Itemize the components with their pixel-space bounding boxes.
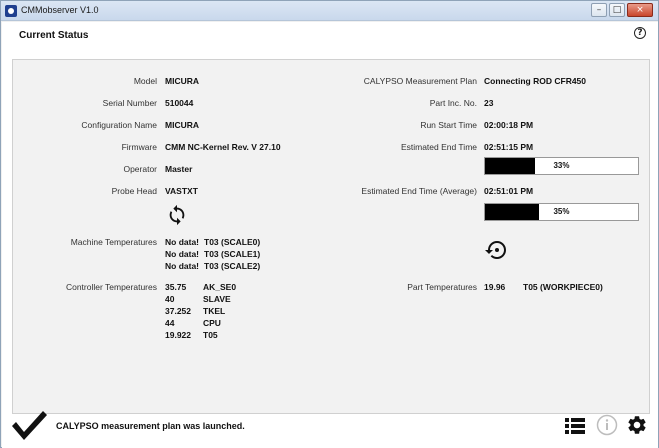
minimize-button[interactable]: – xyxy=(591,3,607,17)
controller-temp-value: 37.252 xyxy=(165,306,191,316)
title-bar: CMMobserver V1.0 – □ × xyxy=(1,1,658,21)
serial-number-value: 510044 xyxy=(165,98,194,108)
estimated-end-time-value: 02:51:15 PM xyxy=(484,142,534,152)
app-logo-icon xyxy=(5,5,17,17)
machine-temp-sensor: T03 (SCALE1) xyxy=(204,249,261,259)
progress-text: 33% xyxy=(553,161,570,170)
estimated-end-time-average-value: 02:51:01 PM xyxy=(484,186,534,196)
controller-temp-sensor: SLAVE xyxy=(203,294,231,304)
firmware-label: Firmware xyxy=(121,142,157,152)
run-start-time-value: 02:00:18 PM xyxy=(484,120,534,130)
estimated-end-time-label: Estimated End Time xyxy=(400,142,477,152)
machine-temperatures-label: Machine Temperatures xyxy=(70,237,157,247)
controller-temp-value: 19.922 xyxy=(165,330,191,340)
controller-temp-sensor: AK_SE0 xyxy=(203,282,237,292)
controller-temp-sensor: TKEL xyxy=(203,306,226,316)
status-panel: Model MICURA Serial Number 510044 Config… xyxy=(12,59,650,414)
controller-temperatures-label: Controller Temperatures xyxy=(65,282,157,292)
probe-head-label: Probe Head xyxy=(111,186,157,196)
sync-icon[interactable] xyxy=(166,203,188,227)
window-controls: – □ × xyxy=(591,3,653,17)
model-value: MICURA xyxy=(165,76,199,86)
part-inc-no-value: 23 xyxy=(484,98,494,108)
controller-temp-value: 35.75 xyxy=(165,282,187,292)
machine-temp-value: No data! xyxy=(165,249,199,259)
controller-temp-sensor: T05 xyxy=(203,330,218,340)
estimated-end-progress-bar: 33% xyxy=(484,157,639,175)
part-temperature-value: 19.96 xyxy=(484,282,506,292)
status-bar: CALYPSO measurement plan was launched. xyxy=(2,404,658,448)
model-label: Model xyxy=(133,76,157,86)
part-temperatures-label: Part Temperatures xyxy=(407,282,477,292)
run-start-time-label: Run Start Time xyxy=(420,120,477,130)
configuration-name-value: MICURA xyxy=(165,120,199,130)
estimated-end-average-progress-bar: 35% xyxy=(484,203,639,221)
app-window: CMMobserver V1.0 – □ × Current Status ? … xyxy=(0,0,659,448)
machine-temp-value: No data! xyxy=(165,237,199,247)
gear-icon[interactable] xyxy=(626,414,648,436)
controller-temp-value: 44 xyxy=(165,318,175,328)
progress-text: 35% xyxy=(553,207,570,216)
part-inc-no-label: Part Inc. No. xyxy=(429,98,477,108)
machine-temp-sensor: T03 (SCALE0) xyxy=(204,237,261,247)
main-content: Current Status ? Model MICURA Serial Num… xyxy=(2,22,658,448)
serial-number-label: Serial Number xyxy=(102,98,157,108)
maximize-button[interactable]: □ xyxy=(609,3,625,17)
operator-label: Operator xyxy=(123,164,157,174)
info-icon[interactable] xyxy=(596,414,618,436)
machine-temp-value: No data! xyxy=(165,261,199,271)
window-title: CMMobserver V1.0 xyxy=(21,5,99,15)
help-icon[interactable]: ? xyxy=(634,27,646,39)
measurement-plan-label: CALYPSO Measurement Plan xyxy=(363,76,477,86)
restore-icon[interactable] xyxy=(484,238,508,262)
operator-value: Master xyxy=(165,164,193,174)
check-icon xyxy=(12,411,47,440)
firmware-value: CMM NC-Kernel Rev. V 27.10 xyxy=(165,142,281,152)
measurement-plan-value: Connecting ROD CFR450 xyxy=(484,76,587,86)
close-button[interactable]: × xyxy=(627,3,653,17)
part-temperature-sensor: T05 (WORKPIECE0) xyxy=(523,282,603,292)
controller-temp-value: 40 xyxy=(165,294,175,304)
list-icon[interactable] xyxy=(565,417,585,435)
estimated-end-time-average-label: Estimated End Time (Average) xyxy=(361,186,477,196)
probe-head-value: VASTXT xyxy=(165,186,198,196)
page-title: Current Status xyxy=(19,30,89,41)
status-message: CALYPSO measurement plan was launched. xyxy=(56,421,245,431)
controller-temp-sensor: CPU xyxy=(203,318,221,328)
configuration-name-label: Configuration Name xyxy=(81,120,157,130)
machine-temp-sensor: T03 (SCALE2) xyxy=(204,261,261,271)
